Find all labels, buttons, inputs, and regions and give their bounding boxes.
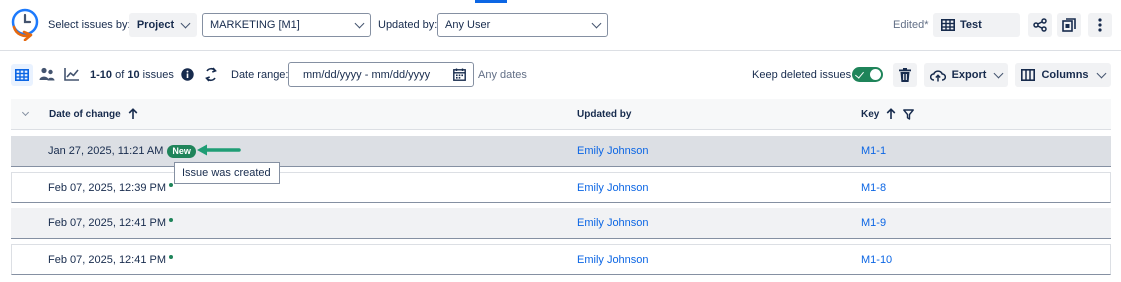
saved-view-name: Test <box>960 19 982 31</box>
active-tab-indicator <box>475 0 507 3</box>
line-chart-icon <box>64 68 79 81</box>
issue-key-link[interactable]: M1-10 <box>861 245 892 274</box>
updated-dot-icon <box>169 182 174 187</box>
people-view-button[interactable] <box>39 67 55 84</box>
chevron-down-icon <box>1096 68 1106 78</box>
delete-button[interactable] <box>893 63 917 87</box>
issue-count-range: 1-10 <box>90 69 113 81</box>
project-selector-button[interactable]: Project <box>129 13 197 37</box>
copy-view-button[interactable] <box>1057 13 1081 37</box>
issue-count-total: 10 <box>127 69 140 81</box>
refresh-icon <box>205 67 217 82</box>
project-select-value: MARKETING [M1] <box>210 19 300 31</box>
app-logo-icon <box>10 7 42 44</box>
edited-indicator: Edited* <box>893 19 929 31</box>
row-date: Jan 27, 2025, 11:21 AM <box>48 145 164 157</box>
row-date: Feb 07, 2025, 12:41 PM <box>48 217 167 229</box>
trash-icon <box>899 68 911 82</box>
date-cell: Feb 07, 2025, 12:41 PM <box>48 208 174 238</box>
date-cell: Feb 07, 2025, 12:41 PM <box>48 245 174 274</box>
table-header: Date of change Updated by Key <box>11 99 1111 130</box>
keep-deleted-label: Keep deleted issues <box>752 69 852 81</box>
updated-by-link[interactable]: Emily Johnson <box>577 208 649 238</box>
select-issues-by-label: Select issues by: <box>48 19 131 31</box>
filter-icon[interactable] <box>903 108 915 120</box>
columns-icon <box>1021 69 1036 81</box>
issue-key-link[interactable]: M1-9 <box>861 208 886 238</box>
issue-key-link[interactable]: M1-1 <box>861 136 886 166</box>
check-icon <box>855 69 864 79</box>
new-badge: New <box>167 144 196 158</box>
chevron-down-icon <box>180 18 191 28</box>
chevron-down-icon <box>354 18 365 28</box>
updated-by-label: Updated by: <box>378 19 438 31</box>
issue-count-of: of <box>115 69 125 81</box>
sort-ascending-icon[interactable] <box>128 108 138 120</box>
column-header-updated-by[interactable]: Updated by <box>577 99 631 129</box>
date-range-input[interactable]: mm/dd/yyyy - mm/dd/yyyy <box>288 62 474 87</box>
keep-deleted-toggle[interactable] <box>852 67 883 82</box>
date-cell: Feb 07, 2025, 12:39 PM <box>48 173 174 202</box>
column-header-key[interactable]: Key <box>861 99 915 129</box>
copy-icon <box>1062 18 1076 32</box>
info-icon <box>181 68 194 81</box>
chevron-down-icon <box>993 68 1004 78</box>
table-view-button[interactable] <box>11 64 33 86</box>
tooltip: Issue was created <box>174 162 280 184</box>
info-button[interactable] <box>181 68 194 84</box>
share-icon <box>1033 18 1047 32</box>
columns-label: Columns <box>1041 69 1089 81</box>
date-range-label: Date range: <box>231 69 289 81</box>
any-dates-link[interactable]: Any dates <box>478 69 527 81</box>
column-header-date[interactable]: Date of change <box>49 99 138 129</box>
people-icon <box>39 67 55 81</box>
sort-ascending-icon[interactable] <box>886 108 896 120</box>
updated-by-link[interactable]: Emily Johnson <box>577 245 649 274</box>
chart-view-button[interactable] <box>64 67 80 84</box>
annotation-arrow-icon <box>195 143 241 160</box>
toggle-knob <box>870 69 881 80</box>
updated-by-select[interactable]: Any User <box>437 13 608 37</box>
column-header-date-label: Date of change <box>49 108 121 120</box>
updated-dot-icon <box>169 254 174 259</box>
cloud-upload-icon <box>929 69 946 81</box>
issue-key-link[interactable]: M1-8 <box>861 173 886 202</box>
chevron-down-icon <box>21 108 30 117</box>
updated-dot-icon <box>169 218 174 222</box>
expand-all-button[interactable] <box>21 99 30 129</box>
chevron-down-icon <box>591 18 602 28</box>
header-divider <box>0 50 1121 51</box>
date-range-placeholder: mm/dd/yyyy - mm/dd/yyyy <box>303 68 431 81</box>
updated-by-value: Any User <box>445 19 491 31</box>
table-icon <box>941 19 955 31</box>
row-date: Feb 07, 2025, 12:39 PM <box>48 181 167 194</box>
table-row[interactable]: Feb 07, 2025, 12:41 PM Emily Johnson M1-… <box>11 244 1111 275</box>
share-button[interactable] <box>1028 13 1052 37</box>
issue-count: 1-10 of 10 issues <box>90 69 174 81</box>
table-icon <box>15 69 29 81</box>
saved-view-button[interactable]: Test <box>933 13 1020 37</box>
updated-by-link[interactable]: Emily Johnson <box>577 173 649 202</box>
issue-count-suffix: issues <box>142 69 174 81</box>
more-actions-button[interactable] <box>1088 13 1112 37</box>
columns-button[interactable]: Columns <box>1015 63 1111 87</box>
updated-by-link[interactable]: Emily Johnson <box>577 136 649 166</box>
export-button[interactable]: Export <box>924 63 1008 87</box>
project-select[interactable]: MARKETING [M1] <box>202 13 371 37</box>
row-date: Feb 07, 2025, 12:41 PM <box>48 253 167 266</box>
project-button-label: Project <box>136 19 175 31</box>
export-label: Export <box>951 69 987 81</box>
table-row[interactable]: Feb 07, 2025, 12:41 PM Emily Johnson M1-… <box>11 208 1111 239</box>
more-vertical-icon <box>1098 18 1102 32</box>
calendar-icon[interactable] <box>453 68 466 81</box>
column-header-key-label: Key <box>861 108 880 120</box>
refresh-button[interactable] <box>204 67 218 85</box>
